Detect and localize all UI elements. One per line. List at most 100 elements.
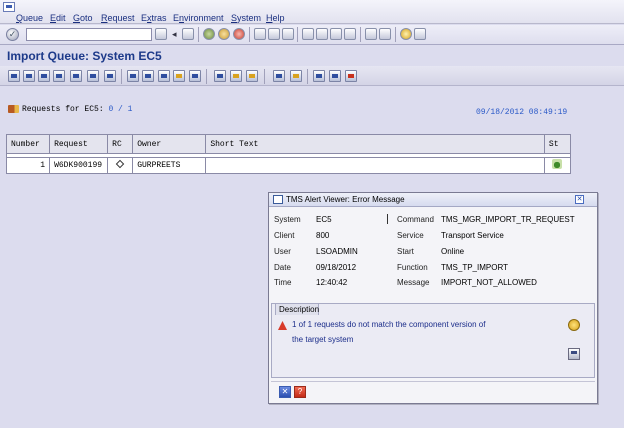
dialog-close-icon[interactable]: ✕ bbox=[575, 195, 584, 204]
menu-bar bbox=[0, 0, 624, 24]
command-input[interactable] bbox=[27, 29, 151, 40]
cell-short-text bbox=[205, 157, 545, 174]
dropdown-arrow-icon[interactable] bbox=[155, 28, 167, 40]
toolbar-separator bbox=[198, 27, 199, 42]
field-value-function: TMS_TP_IMPORT bbox=[441, 263, 508, 272]
help-icon[interactable] bbox=[400, 28, 412, 40]
truck-icon[interactable] bbox=[230, 70, 242, 82]
field-label-start: Start bbox=[397, 247, 414, 256]
menu-goto[interactable]: Goto bbox=[73, 13, 93, 23]
cell-request[interactable]: W6DK900199 bbox=[49, 157, 109, 174]
cancel-button[interactable]: ? bbox=[294, 386, 306, 398]
cell-status[interactable] bbox=[543, 157, 572, 174]
field-label-system: System bbox=[274, 215, 301, 224]
layout-icon[interactable] bbox=[313, 70, 325, 82]
system-menu-icon[interactable] bbox=[3, 2, 15, 12]
column-header-rc[interactable]: RC bbox=[107, 134, 134, 154]
refresh-icon[interactable] bbox=[8, 70, 20, 82]
field-value-client: 800 bbox=[316, 231, 330, 240]
confirm-button[interactable]: ✕ bbox=[279, 386, 291, 398]
save-icon[interactable] bbox=[568, 348, 580, 360]
requests-summary: Requests for EC5: 0 / 1 bbox=[8, 105, 132, 114]
check-icon[interactable] bbox=[173, 70, 185, 82]
next-page-icon[interactable] bbox=[330, 28, 342, 40]
last-page-icon[interactable] bbox=[344, 28, 356, 40]
filter-icon[interactable] bbox=[87, 70, 99, 82]
field-label-message: Message bbox=[397, 278, 430, 287]
transport-icon[interactable] bbox=[246, 70, 258, 82]
lock-icon[interactable] bbox=[214, 70, 226, 82]
field-value-message: IMPORT_NOT_ALLOWED bbox=[441, 278, 537, 287]
layout-menu-icon[interactable] bbox=[414, 28, 426, 40]
toolbar-separator bbox=[360, 27, 361, 42]
column-header-owner[interactable]: Owner bbox=[132, 134, 207, 154]
cell-number: 1 bbox=[5, 157, 51, 174]
toolbar-separator bbox=[307, 69, 308, 84]
import-queue-table: Number Request RC Owner Short Text St 1 … bbox=[5, 134, 572, 174]
toolbar-separator bbox=[121, 69, 122, 84]
previous-page-icon[interactable] bbox=[316, 28, 328, 40]
diamond-icon bbox=[115, 159, 125, 169]
field-separator bbox=[387, 214, 388, 224]
first-page-icon[interactable] bbox=[302, 28, 314, 40]
column-header-status[interactable]: St bbox=[543, 134, 572, 154]
column-header-number[interactable]: Number bbox=[5, 134, 51, 154]
field-value-system: EC5 bbox=[316, 215, 332, 224]
error-message-line-2: the target system bbox=[292, 335, 354, 344]
import-all-icon[interactable] bbox=[38, 70, 50, 82]
back-icon[interactable] bbox=[203, 28, 215, 40]
zoom-icon[interactable] bbox=[70, 70, 82, 82]
display-log-icon[interactable] bbox=[127, 70, 139, 82]
field-label-user: User bbox=[274, 247, 291, 256]
save-icon[interactable] bbox=[182, 28, 194, 40]
back-arrow-icon[interactable]: ◂ bbox=[172, 28, 178, 40]
import-request-icon[interactable] bbox=[23, 70, 35, 82]
close-icon[interactable] bbox=[345, 70, 357, 82]
menu-environment[interactable]: Environment bbox=[173, 13, 224, 23]
import-status-icon[interactable] bbox=[552, 159, 563, 169]
print-icon[interactable] bbox=[254, 28, 266, 40]
menu-edit[interactable]: Edit bbox=[50, 13, 66, 23]
error-message-line-1: 1 of 1 requests do not match the compone… bbox=[292, 320, 486, 329]
menu-queue[interactable]: Queue bbox=[16, 13, 43, 23]
menu-extras[interactable]: Extras bbox=[141, 13, 167, 23]
shortcut-icon[interactable] bbox=[379, 28, 391, 40]
footer-separator bbox=[271, 381, 595, 382]
request-details-icon[interactable] bbox=[158, 70, 170, 82]
edit-icon[interactable] bbox=[189, 70, 201, 82]
menu-system[interactable]: System bbox=[231, 13, 261, 23]
overview-icon[interactable] bbox=[273, 70, 285, 82]
menu-request[interactable]: Request bbox=[101, 13, 135, 23]
find-icon[interactable] bbox=[268, 28, 280, 40]
cancel-icon[interactable] bbox=[233, 28, 245, 40]
exit-icon[interactable] bbox=[218, 28, 230, 40]
field-label-client: Client bbox=[274, 231, 295, 240]
field-label-time: Time bbox=[274, 278, 292, 287]
column-header-request[interactable]: Request bbox=[49, 134, 109, 154]
timestamp: 09/18/2012 08:49:19 bbox=[476, 108, 568, 117]
select-icon[interactable] bbox=[104, 70, 116, 82]
requests-label: Requests for EC5: bbox=[22, 105, 104, 115]
field-value-time: 12:40:42 bbox=[316, 278, 348, 287]
cell-rc bbox=[107, 157, 134, 174]
find-next-icon[interactable] bbox=[282, 28, 294, 40]
alert-icon[interactable] bbox=[290, 70, 302, 82]
help-icon[interactable] bbox=[568, 319, 580, 331]
field-value-date: 09/18/2012 bbox=[316, 263, 357, 272]
command-field[interactable] bbox=[26, 28, 152, 41]
column-header-short-text[interactable]: Short Text bbox=[205, 134, 545, 154]
field-label-function: Function bbox=[397, 263, 428, 272]
window-icon bbox=[273, 195, 283, 204]
page-title: Import Queue: System EC5 bbox=[7, 49, 162, 63]
create-session-icon[interactable] bbox=[365, 28, 377, 40]
enter-checkmark-icon[interactable]: ✓ bbox=[6, 28, 19, 41]
import-monitor-icon[interactable] bbox=[53, 70, 65, 82]
description-tab[interactable]: Description bbox=[275, 303, 319, 315]
toolbar-separator bbox=[249, 27, 250, 42]
table-row[interactable]: 1 W6DK900199 GURPREETS bbox=[5, 157, 572, 174]
menu-help[interactable]: Help bbox=[266, 13, 285, 23]
truck-icon bbox=[8, 105, 19, 113]
settings-icon[interactable] bbox=[329, 70, 341, 82]
toolbar-separator bbox=[395, 27, 396, 42]
object-list-icon[interactable] bbox=[142, 70, 154, 82]
